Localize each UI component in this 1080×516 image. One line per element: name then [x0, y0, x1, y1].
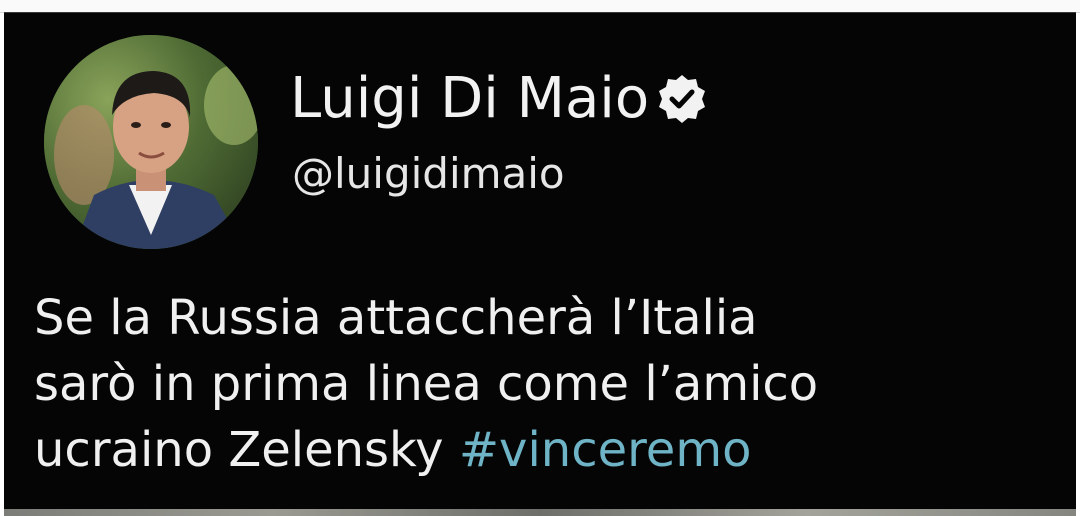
avatar-photo: [44, 35, 258, 249]
tweet-text-segment: ucraino Zelensky: [34, 422, 459, 478]
user-handle[interactable]: @luigidimaio: [292, 153, 565, 195]
tweet-text-line: ucraino Zelensky #vinceremo: [34, 417, 1054, 483]
display-name[interactable]: Luigi Di Maio: [290, 71, 649, 127]
avatar[interactable]: [44, 35, 258, 249]
media-preview[interactable]: [4, 509, 1076, 516]
hashtag-link[interactable]: #vinceremo: [459, 422, 752, 478]
tweet-text-line: Se la Russia attaccherà l’Italia: [34, 290, 758, 346]
verified-badge-icon: [655, 72, 709, 126]
tweet-card[interactable]: Luigi Di Maio @luigidimaio Se la Russia …: [4, 12, 1076, 516]
screenshot-frame: Luigi Di Maio @luigidimaio Se la Russia …: [0, 0, 1080, 516]
display-name-row: Luigi Di Maio: [290, 59, 709, 139]
tweet-text-line: sarò in prima linea come l’amico: [34, 356, 819, 412]
tweet-text: Se la Russia attaccherà l’Italia sarò in…: [34, 285, 1054, 483]
